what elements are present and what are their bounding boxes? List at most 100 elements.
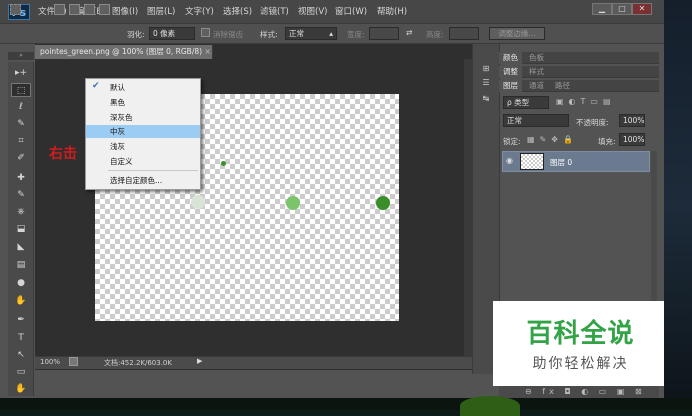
watermark-box: 百科全说 助你轻松解决 xyxy=(493,301,668,386)
swap-icon[interactable]: ⇄ xyxy=(406,28,412,37)
status-menu-arrow-icon[interactable]: ▶ xyxy=(197,357,202,365)
menu-item-black[interactable]: 黑色 xyxy=(86,96,200,109)
color-panel-tabs: 颜色 色板 xyxy=(499,52,659,64)
width-input[interactable] xyxy=(369,27,399,40)
status-bar xyxy=(35,356,472,369)
menu-item-select-custom-color[interactable]: 选择自定颜色... xyxy=(86,174,200,187)
layer-filter-icons[interactable]: ▣◐T▭▤ xyxy=(556,97,646,108)
gradient-tool-icon[interactable]: ▤ xyxy=(11,258,31,272)
tab-swatches[interactable]: 色板 xyxy=(525,52,548,64)
subtract-selection-icon[interactable] xyxy=(84,4,95,15)
green-dot-small xyxy=(221,161,226,166)
hand-tool-icon[interactable]: ✋ xyxy=(11,382,31,396)
green-dot-light xyxy=(286,196,300,210)
menu-item-custom[interactable]: 自定义 xyxy=(86,155,200,168)
style-value: 正常 xyxy=(289,29,304,38)
right-click-annotation: 右击 xyxy=(49,146,77,162)
close-button[interactable]: ✕ xyxy=(632,3,652,15)
document-tab[interactable]: pointes_green.png @ 100% (图层 0, RGB/8) × xyxy=(35,45,213,59)
layer-action-icons[interactable]: ⊖ fx ◘ ◐ ▭ ▣ ⊠ xyxy=(525,387,646,396)
shape-tool-icon[interactable]: ▭ xyxy=(11,365,31,379)
layers-panel-tabs: 图层 通道 路径 xyxy=(499,80,659,92)
menu-type[interactable]: 文字(Y) xyxy=(185,5,214,17)
tab-channels[interactable]: 通道 xyxy=(525,80,548,92)
lock-label: 锁定: xyxy=(503,137,521,146)
lasso-tool-icon[interactable]: ℓ xyxy=(11,100,31,114)
toolbar-collapse-icon[interactable]: » xyxy=(8,52,34,60)
antialias-checkbox[interactable] xyxy=(201,28,210,37)
add-selection-icon[interactable] xyxy=(69,4,80,15)
properties-panel-icon[interactable]: ☰ xyxy=(480,78,492,90)
refine-edge-button[interactable]: 调整边缘... xyxy=(489,27,545,40)
feather-label: 羽化: xyxy=(127,30,145,39)
close-icon[interactable]: × xyxy=(204,47,210,56)
menu-select[interactable]: 选择(S) xyxy=(223,5,252,17)
width-label: 宽度: xyxy=(347,30,365,39)
history-brush-tool-icon[interactable]: ⬓ xyxy=(11,222,31,236)
intersect-selection-icon[interactable] xyxy=(99,4,110,15)
menu-item-dark-gray[interactable]: 深灰色 xyxy=(86,111,200,124)
menu-view[interactable]: 视图(V) xyxy=(298,5,327,17)
tab-color[interactable]: 颜色 xyxy=(499,52,522,64)
marquee-tool-icon[interactable]: ⬚ xyxy=(11,83,31,97)
eraser-tool-icon[interactable]: ◣ xyxy=(11,240,31,254)
desktop-plant-image xyxy=(460,396,520,416)
marquee-preset-icon[interactable] xyxy=(10,4,21,15)
watermark-title: 百科全说 xyxy=(526,319,635,349)
fill-label: 填充: xyxy=(598,137,616,146)
menu-filter[interactable]: 滤镜(T) xyxy=(260,5,289,17)
blur-tool-icon[interactable]: ● xyxy=(11,276,31,290)
layer-filter-select[interactable]: ρ 类型 xyxy=(503,96,549,109)
move-tool-icon[interactable]: ▸+ xyxy=(11,66,31,80)
feather-input[interactable]: 0 像素 xyxy=(149,27,195,40)
menu-help[interactable]: 帮助(H) xyxy=(377,5,407,17)
path-select-tool-icon[interactable]: ↖ xyxy=(11,348,31,362)
tab-adjustments[interactable]: 调整 xyxy=(499,66,522,78)
height-input[interactable] xyxy=(449,27,479,40)
status-icon[interactable] xyxy=(69,357,78,366)
antialias-label: 消除锯齿 xyxy=(213,30,243,39)
history-panel-icon[interactable]: ⊞ xyxy=(480,64,492,76)
info-panel-icon[interactable]: ↹ xyxy=(480,94,492,106)
watermark-subtitle: 助你轻松解决 xyxy=(532,356,629,372)
healing-tool-icon[interactable]: ✚ xyxy=(11,171,31,185)
style-label: 样式: xyxy=(260,30,278,39)
quick-select-tool-icon[interactable]: ✎ xyxy=(11,117,31,131)
chevron-down-icon: ▴ xyxy=(329,29,333,38)
tab-layers[interactable]: 图层 xyxy=(499,80,522,92)
new-selection-icon[interactable] xyxy=(54,4,65,15)
menu-layer[interactable]: 图层(L) xyxy=(147,5,175,17)
fill-input[interactable]: 100% xyxy=(619,133,645,146)
height-label: 高度: xyxy=(426,30,444,39)
opacity-input[interactable]: 100% xyxy=(619,114,645,127)
green-dot-faint xyxy=(191,195,205,209)
type-tool-icon[interactable]: T xyxy=(11,331,31,345)
eyedropper-tool-icon[interactable]: ✐ xyxy=(11,151,31,165)
minimize-button[interactable]: ▁ xyxy=(592,3,612,15)
dodge-tool-icon[interactable]: ✋ xyxy=(11,294,31,308)
menu-window[interactable]: 窗口(W) xyxy=(335,5,367,17)
style-select[interactable]: 正常 ▴ xyxy=(285,27,337,40)
crop-tool-icon[interactable]: ⌗ xyxy=(11,134,31,148)
maximize-button[interactable]: □ xyxy=(612,3,632,15)
brush-tool-icon[interactable]: ✎ xyxy=(11,188,31,202)
green-dot-dark xyxy=(376,196,390,210)
menu-image[interactable]: 图像(I) xyxy=(112,5,138,17)
zoom-level[interactable]: 100% xyxy=(40,358,60,366)
vertical-scrollbar[interactable] xyxy=(464,59,472,356)
menu-item-default[interactable]: 默认 xyxy=(86,81,200,94)
menu-item-medium-gray[interactable]: 中灰 xyxy=(86,125,200,138)
tab-paths[interactable]: 路径 xyxy=(551,80,574,92)
layers-bottom-bar: ⊖ fx ◘ ◐ ▭ ▣ ⊠ xyxy=(499,384,659,398)
layer-name[interactable]: 图层 0 xyxy=(550,157,572,168)
layer-thumbnail xyxy=(520,153,544,170)
menu-item-light-gray[interactable]: 浅灰 xyxy=(86,140,200,153)
blend-mode-select[interactable]: 正常 xyxy=(503,114,569,127)
eye-icon[interactable]: ◉ xyxy=(506,156,513,165)
adjust-panel-tabs: 调整 样式 xyxy=(499,66,659,78)
tab-styles[interactable]: 样式 xyxy=(525,66,548,78)
doc-size-status: 文档:452.2K/603.0K xyxy=(104,359,172,367)
pen-tool-icon[interactable]: ✒ xyxy=(11,313,31,327)
lock-icons[interactable]: ▦✎✥🔒 xyxy=(527,135,578,144)
stamp-tool-icon[interactable]: ⎈ xyxy=(11,205,31,219)
